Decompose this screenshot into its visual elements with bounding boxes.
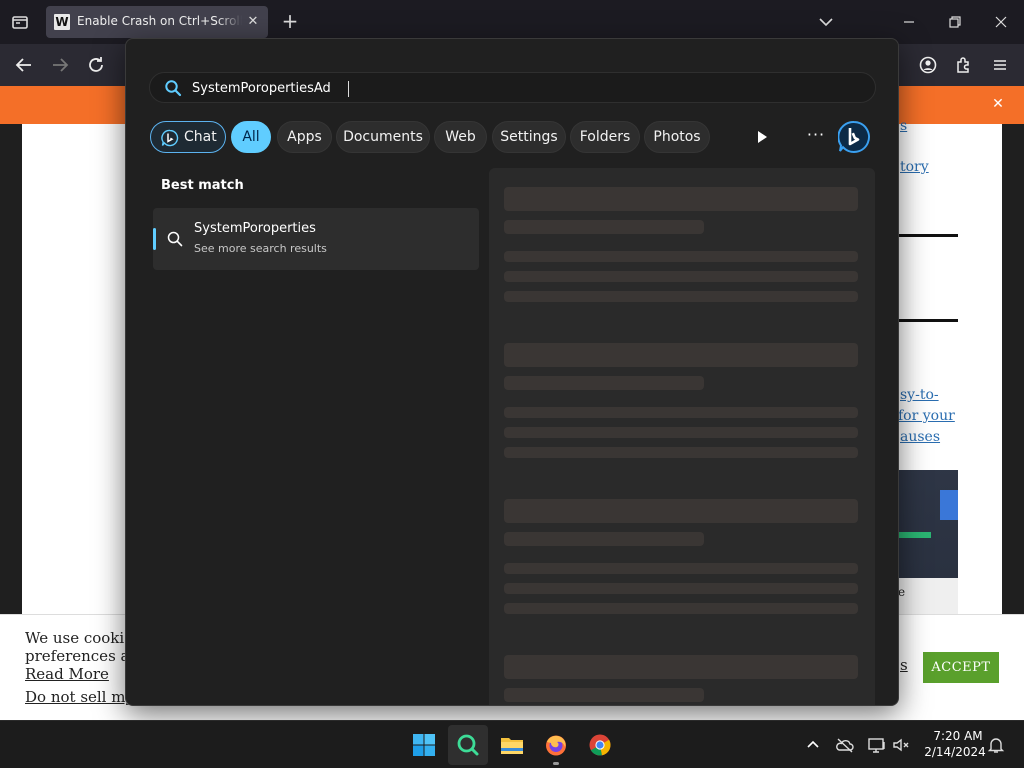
skeleton-block (504, 251, 858, 262)
skeleton-block (504, 376, 704, 390)
filter-folders-button[interactable]: Folders (570, 121, 640, 153)
skeleton-block (504, 291, 858, 302)
volume-muted-icon[interactable] (891, 735, 911, 755)
page-link-fragment[interactable]: for your (898, 408, 955, 424)
clock-date[interactable]: 2/14/2024 (922, 745, 988, 759)
tab-close-icon[interactable]: ✕ (244, 13, 262, 31)
skeleton-block (504, 688, 704, 702)
tab-title: Enable Crash on Ctrl+Scroll Lock (77, 14, 242, 28)
clock-time[interactable]: 7:20 AM (928, 729, 988, 743)
back-arrow-icon[interactable] (12, 53, 36, 77)
search-icon (164, 79, 182, 97)
site-favicon-icon: W (54, 14, 70, 30)
filter-all-button[interactable]: All (231, 121, 271, 153)
forward-arrow-icon[interactable] (48, 53, 72, 77)
skeleton-block (504, 447, 858, 458)
search-box[interactable] (149, 72, 876, 103)
play-icon[interactable] (752, 127, 772, 147)
reload-icon[interactable] (84, 53, 108, 77)
windows-taskbar (0, 720, 1024, 768)
page-link-fragment[interactable]: tory (900, 159, 929, 175)
display-icon[interactable] (867, 735, 887, 755)
thumbnail-caption-area (896, 578, 958, 614)
search-icon (166, 230, 184, 248)
best-match-result[interactable]: SystemPoroperties See more search result… (153, 208, 479, 270)
window-close-icon[interactable] (987, 8, 1015, 36)
skeleton-block (504, 655, 858, 679)
filter-web-button[interactable]: Web (434, 121, 487, 153)
page-divider (896, 234, 958, 237)
do-not-sell-link[interactable]: Do not sell my (25, 688, 134, 706)
search-taskbar-icon[interactable] (448, 725, 488, 765)
skeleton-block (504, 532, 704, 546)
accept-cookies-button[interactable]: ACCEPT (923, 652, 999, 683)
chevron-up-icon[interactable] (803, 735, 823, 755)
page-link-fragment[interactable]: s (900, 118, 907, 134)
windows-search-panel: Chat All Apps Documents Web Settings Fol… (125, 38, 899, 706)
search-input[interactable] (192, 77, 852, 99)
page-divider (896, 319, 958, 322)
selection-indicator (153, 228, 156, 250)
tab-overview-icon[interactable] (8, 10, 32, 34)
preview-pane-loading (489, 168, 875, 705)
folder-icon[interactable] (492, 725, 532, 765)
chrome-icon[interactable] (580, 725, 620, 765)
skeleton-block (504, 427, 858, 438)
article-screenshot-thumbnail (896, 470, 958, 578)
skeleton-block (504, 220, 704, 234)
onedrive-offline-icon[interactable] (835, 735, 855, 755)
banner-close-icon[interactable]: ✕ (988, 94, 1008, 114)
restore-icon[interactable] (941, 8, 969, 36)
page-link-fragment[interactable]: auses (900, 429, 940, 445)
filter-documents-button[interactable]: Documents (336, 121, 430, 153)
filter-chat-label: Chat (184, 129, 217, 145)
thumbnail-caption-text: e (898, 585, 906, 599)
bing-chat-icon (161, 128, 179, 147)
filter-chat-button[interactable]: Chat (150, 121, 226, 153)
chevron-down-icon[interactable] (814, 10, 838, 34)
new-tab-button[interactable]: + (278, 10, 302, 34)
extensions-icon[interactable] (952, 53, 976, 77)
skeleton-block (504, 583, 858, 594)
filter-settings-button[interactable]: Settings (492, 121, 566, 153)
skeleton-block (504, 187, 858, 211)
result-title: SystemPoroperties (194, 221, 316, 236)
cookie-settings-link[interactable]: s (900, 656, 908, 674)
filter-photos-button[interactable]: Photos (644, 121, 710, 153)
firefox-icon[interactable] (536, 725, 576, 765)
skeleton-block (504, 343, 858, 367)
windows-start-icon[interactable] (404, 725, 444, 765)
minimize-icon[interactable] (895, 8, 923, 36)
skeleton-block (504, 407, 858, 418)
skeleton-block (504, 271, 858, 282)
skeleton-block (504, 499, 858, 523)
menu-hamburger-icon[interactable] (988, 53, 1012, 77)
best-match-heading: Best match (161, 178, 244, 193)
skeleton-block (504, 563, 858, 574)
text-cursor (348, 81, 349, 97)
page-link-fragment[interactable]: sy-to- (900, 387, 939, 403)
skeleton-block (504, 603, 858, 614)
bing-icon[interactable] (837, 120, 870, 154)
browser-tab-active[interactable]: W Enable Crash on Ctrl+Scroll Lock ✕ (46, 6, 268, 38)
filter-apps-button[interactable]: Apps (277, 121, 332, 153)
cookie-text-line: We use cookie (25, 629, 134, 647)
more-options-button[interactable]: ··· (804, 125, 828, 149)
running-indicator (553, 762, 559, 765)
account-icon[interactable] (916, 53, 940, 77)
read-more-link[interactable]: Read More (25, 665, 109, 683)
result-subtitle: See more search results (194, 242, 327, 255)
notification-bell-icon[interactable] (986, 735, 1006, 755)
cookie-text-line: preferences ar (25, 647, 137, 665)
